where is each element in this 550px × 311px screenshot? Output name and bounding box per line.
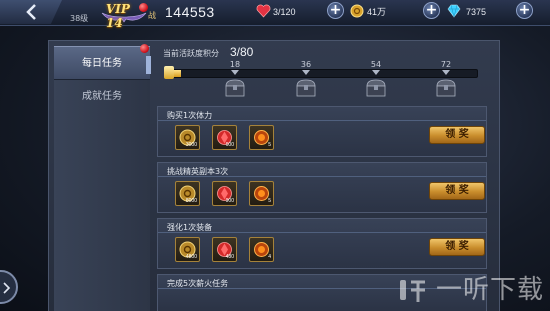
reward-gold[interactable]: 3000	[175, 125, 200, 150]
tab-achievement-tasks[interactable]: 成就任务	[54, 80, 150, 114]
task-tabs: 每日任务 成就任务	[54, 46, 150, 311]
reward-gold[interactable]: 4800	[175, 237, 200, 262]
tab-achievement-tasks-label: 成就任务	[82, 91, 122, 102]
stamina-value: 3/120	[273, 7, 296, 17]
tab-daily-tasks[interactable]: 每日任务	[54, 46, 150, 80]
chevron-left-icon	[26, 4, 36, 20]
combat-power: 144553	[165, 4, 215, 20]
milestone-label: 54	[370, 60, 382, 69]
claim-reward-button[interactable]: 领 奖	[429, 238, 485, 256]
milestone-label: 18	[229, 60, 241, 69]
reward-amount: 900	[225, 198, 234, 204]
quest-item: 挑战精英副本3次 8000 900 5 领 奖	[157, 162, 487, 213]
milestone-label: 36	[300, 60, 312, 69]
reward-red-gem[interactable]: 480	[212, 237, 237, 262]
diamond-value: 7375	[466, 7, 487, 17]
progress-start-marker	[164, 66, 174, 79]
diamond-icon	[447, 4, 461, 18]
gold-value: 41万	[367, 7, 387, 17]
milestone-label: 72	[440, 60, 452, 69]
add-stamina-button[interactable]: +	[327, 2, 344, 19]
activity-label: 当前活跃度积分	[163, 49, 219, 58]
milestone-arrow-icon	[302, 70, 310, 75]
reward-red-gem[interactable]: 600	[212, 125, 237, 150]
reward-amount: 5	[268, 142, 271, 148]
reward-gold[interactable]: 8000	[175, 181, 200, 206]
milestone-chest-1[interactable]: 18	[218, 60, 252, 104]
watermark-logo-icon	[400, 280, 425, 302]
reward-amount: 8000	[185, 198, 197, 204]
reward-amount: 5	[268, 198, 271, 204]
heart-icon	[256, 4, 271, 18]
quest-divider	[158, 232, 486, 233]
reward-amount: 4	[268, 254, 271, 260]
power-label: 战	[148, 11, 156, 20]
milestone-chest-4[interactable]: 72	[429, 60, 463, 104]
reward-red-gem[interactable]: 900	[212, 181, 237, 206]
quest-divider	[158, 176, 486, 177]
chest-icon	[296, 79, 316, 97]
reward-amount: 600	[225, 142, 234, 148]
claim-reward-button[interactable]: 领 奖	[429, 126, 485, 144]
chest-icon	[366, 79, 386, 97]
reward-amount: 4800	[185, 254, 197, 260]
reward-amount: 480	[225, 254, 234, 260]
player-level: 38级	[70, 14, 89, 23]
quest-item: 强化1次装备 4800 480 4 领 奖	[157, 218, 487, 269]
add-gold-button[interactable]: +	[423, 2, 440, 19]
back-button[interactable]	[0, 0, 62, 24]
claim-reward-button[interactable]: 领 奖	[429, 182, 485, 200]
reward-amount: 3000	[185, 142, 197, 148]
quest-item: 购买1次体力 3000 600 5 领 奖	[157, 106, 487, 157]
milestone-arrow-icon	[372, 70, 380, 75]
milestone-chest-3[interactable]: 54	[359, 60, 393, 104]
activity-value: 3/80	[230, 45, 254, 59]
add-diamond-button[interactable]: +	[516, 2, 533, 19]
watermark-text: 一听下载	[436, 275, 545, 305]
reward-orb[interactable]: 5	[249, 181, 274, 206]
expand-menu-button[interactable]	[0, 270, 18, 304]
daily-tasks-notification-dot	[140, 44, 149, 53]
reward-orb[interactable]: 5	[249, 125, 274, 150]
milestone-arrow-icon	[442, 70, 450, 75]
quest-divider	[158, 120, 486, 121]
tab-daily-tasks-label: 每日任务	[82, 58, 122, 69]
reward-orb[interactable]: 4	[249, 237, 274, 262]
milestone-arrow-icon	[231, 70, 239, 75]
vip-notification-dot	[139, 3, 148, 12]
chevron-right-icon	[3, 282, 11, 294]
chest-icon	[436, 79, 456, 97]
milestone-chest-2[interactable]: 36	[289, 60, 323, 104]
chest-icon	[225, 79, 245, 97]
top-bar: 38级 VIP 14 战 144553 3/120 + 41万 + 7375 +	[0, 0, 550, 30]
gold-coin-icon	[350, 4, 364, 18]
active-tab-indicator	[146, 56, 151, 74]
